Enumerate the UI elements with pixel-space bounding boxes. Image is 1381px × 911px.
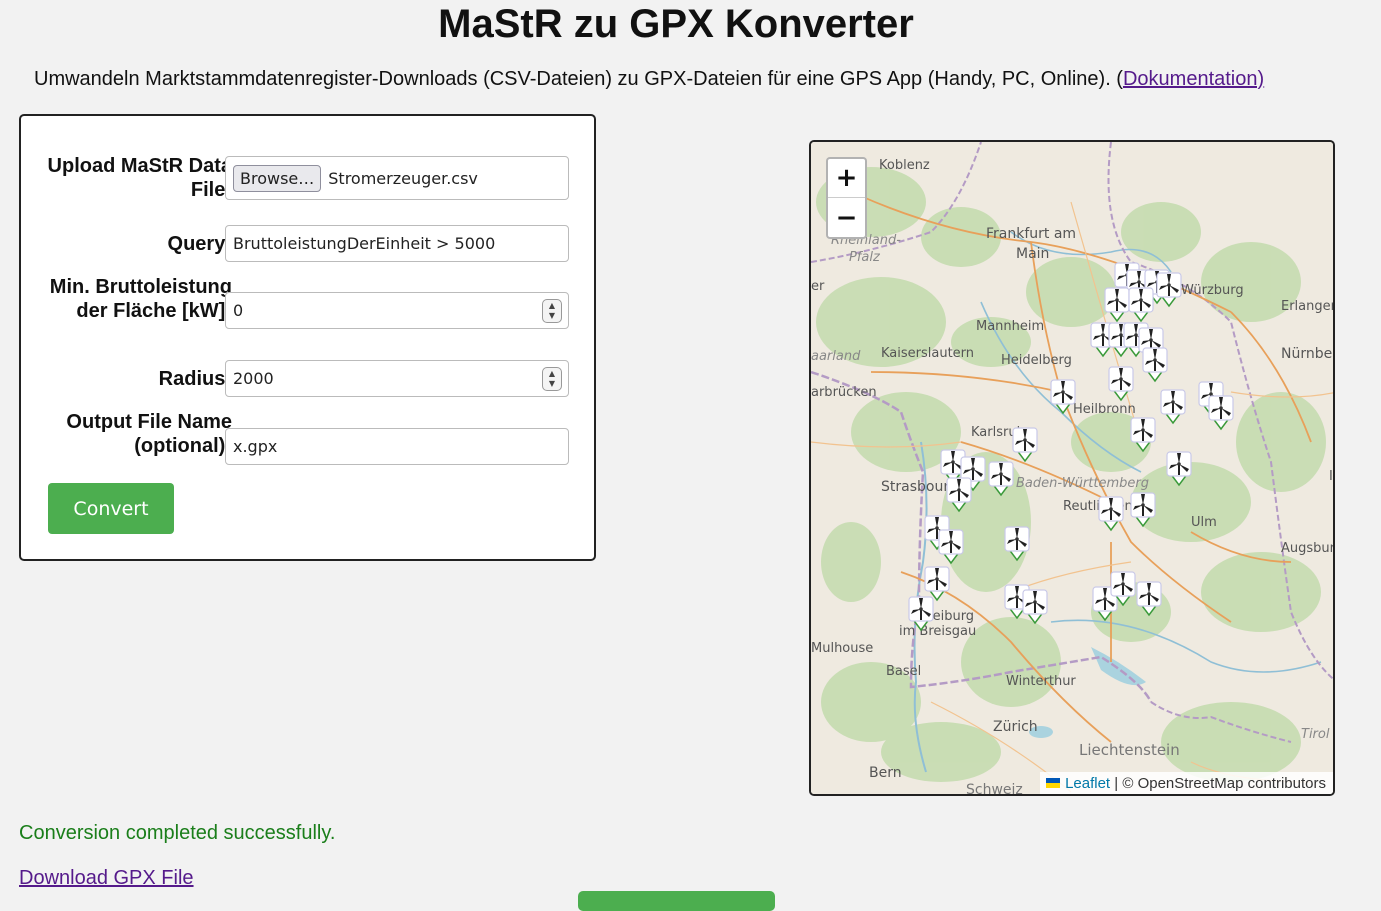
convert-button[interactable]: Convert xyxy=(48,483,174,534)
upload-label: Upload MaStR Data File: xyxy=(47,155,232,201)
svg-text:Mulhouse: Mulhouse xyxy=(811,641,873,656)
svg-text:arbrücken: arbrücken xyxy=(811,385,877,400)
browse-button[interactable]: Browse… xyxy=(233,164,322,192)
converter-form: Upload MaStR Data File: Browse… Stromerz… xyxy=(19,114,596,561)
svg-text:im Breisgau: im Breisgau xyxy=(899,624,976,639)
page-description: Umwandeln Marktstammdatenregister-Downlo… xyxy=(34,68,1265,90)
zoom-out-button[interactable]: − xyxy=(828,198,865,237)
svg-text:Tirol: Tirol xyxy=(1301,727,1330,742)
osm-attribution: | © OpenStreetMap contributors xyxy=(1114,775,1326,792)
svg-text:Heilbronn: Heilbronn xyxy=(1073,402,1136,417)
file-upload-input[interactable]: Browse… Stromerzeuger.csv xyxy=(225,156,569,200)
min-power-label: Min. Bruttoleistung der Fläche [kW]: xyxy=(49,276,232,322)
documentation-link[interactable]: Dokumentation) xyxy=(1123,68,1264,90)
svg-text:Ulm: Ulm xyxy=(1191,515,1217,530)
svg-text:Strasbourg: Strasbourg xyxy=(881,479,958,495)
zoom-in-button[interactable]: + xyxy=(828,159,865,198)
svg-text:Liechtenstein: Liechtenstein xyxy=(1079,741,1180,759)
svg-text:Erlangen: Erlangen xyxy=(1281,299,1335,314)
svg-text:Kaiserslautern: Kaiserslautern xyxy=(881,346,974,361)
svg-text:Nürnberg: Nürnberg xyxy=(1281,346,1335,362)
svg-text:Pfalz: Pfalz xyxy=(849,250,881,265)
map-attribution: Leaflet | © OpenStreetMap contributors xyxy=(1040,772,1333,794)
map-view[interactable]: Koblenz Frankfurt am Main Rheinland- Pfa… xyxy=(809,140,1335,796)
number-spinner[interactable]: ▲ ▼ xyxy=(542,299,562,323)
radius-label: Radius: xyxy=(158,368,232,390)
svg-text:er: er xyxy=(811,279,825,294)
svg-text:Mannheim: Mannheim xyxy=(976,319,1044,334)
ukraine-flag-icon xyxy=(1046,778,1061,788)
page-title: MaStR zu GPX Konverter xyxy=(438,2,914,46)
query-input[interactable]: BruttoleistungDerEinheit > 5000 xyxy=(225,225,569,262)
output-file-label: Output File Name (optional): xyxy=(66,411,232,457)
svg-text:Heidelberg: Heidelberg xyxy=(1001,353,1072,368)
svg-text:Bern: Bern xyxy=(869,765,902,781)
download-gpx-link[interactable]: Download GPX File xyxy=(19,867,194,890)
svg-text:Schweiz: Schweiz xyxy=(966,782,1023,796)
bottom-action-button[interactable] xyxy=(578,891,775,911)
min-power-input[interactable]: 0 ▲ ▼ xyxy=(225,292,569,329)
query-label: Query: xyxy=(167,233,232,255)
svg-text:I: I xyxy=(1329,469,1333,484)
svg-text:aarland: aarland xyxy=(811,349,861,364)
zoom-control: + − xyxy=(826,157,867,239)
svg-text:Baden-Württemberg: Baden-Württemberg xyxy=(1016,476,1149,491)
number-spinner[interactable]: ▲ ▼ xyxy=(542,367,562,391)
svg-text:Basel: Basel xyxy=(886,664,921,679)
map-tiles[interactable]: Koblenz Frankfurt am Main Rheinland- Pfa… xyxy=(811,142,1335,796)
svg-text:Zürich: Zürich xyxy=(993,719,1038,735)
svg-text:Würzburg: Würzburg xyxy=(1181,283,1244,298)
svg-text:Main: Main xyxy=(1016,246,1049,262)
selected-file-name: Stromerzeuger.csv xyxy=(328,168,478,188)
svg-text:Koblenz: Koblenz xyxy=(879,158,930,173)
leaflet-link[interactable]: Leaflet xyxy=(1065,775,1110,792)
svg-text:Augsburg: Augsburg xyxy=(1281,541,1335,556)
svg-text:Frankfurt am: Frankfurt am xyxy=(986,226,1076,242)
status-message: Conversion completed successfully. xyxy=(19,822,336,844)
output-file-input[interactable]: x.gpx xyxy=(225,428,569,465)
svg-text:Winterthur: Winterthur xyxy=(1006,674,1076,689)
radius-input[interactable]: 2000 ▲ ▼ xyxy=(225,360,569,397)
